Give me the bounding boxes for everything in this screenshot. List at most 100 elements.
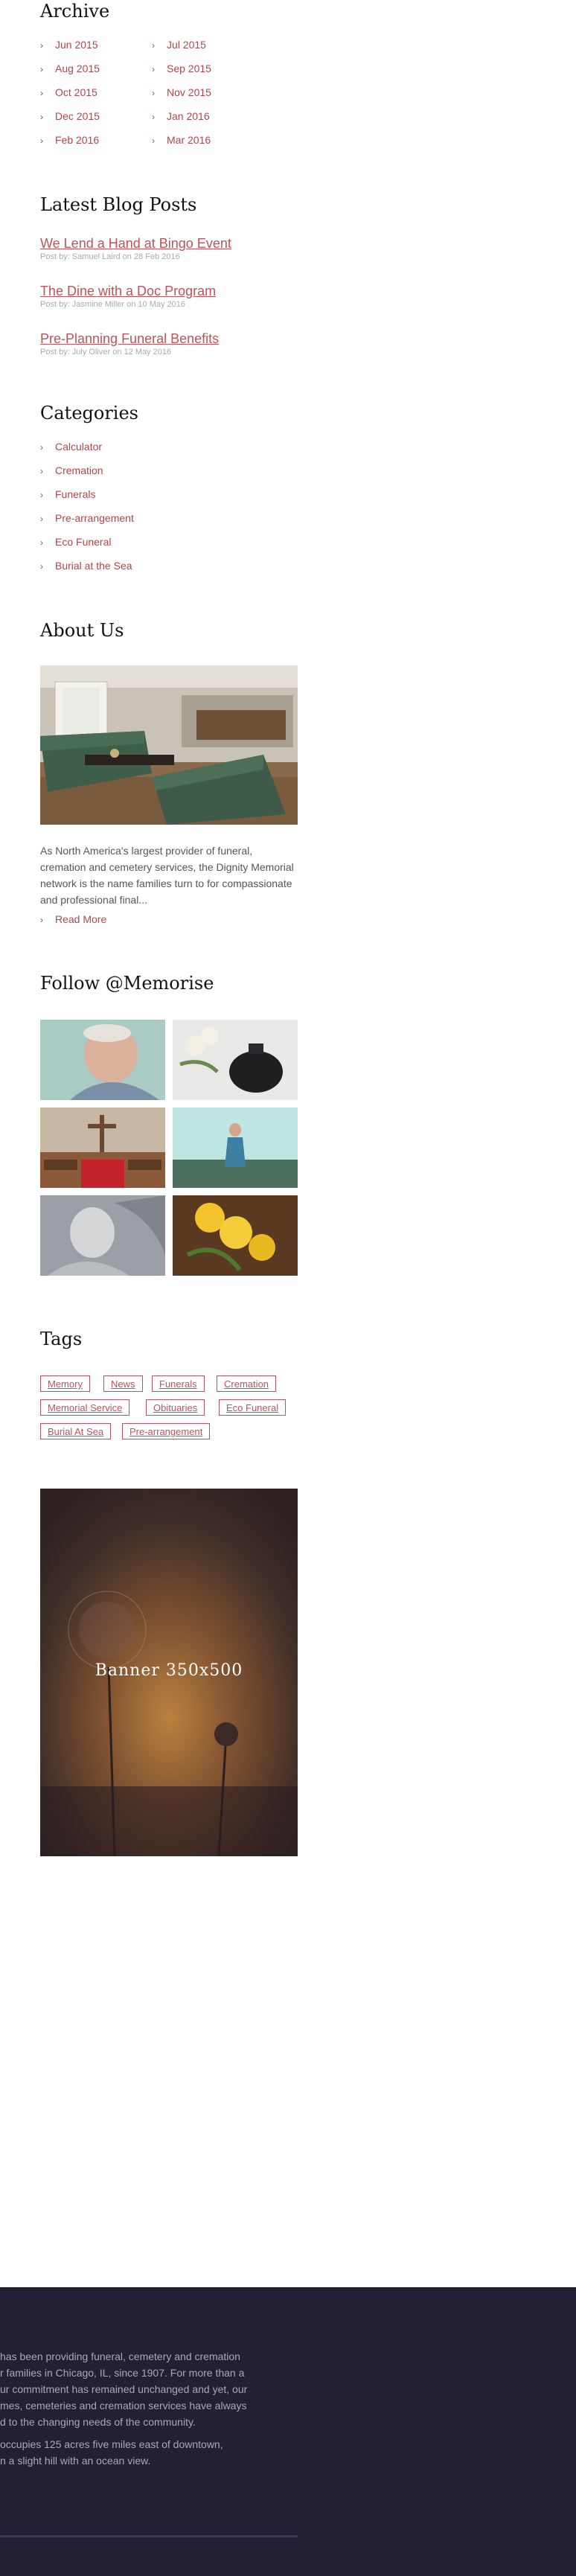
chevron-right-icon: ›	[152, 88, 155, 98]
about-widget: About Us As North America's largest prov…	[40, 619, 298, 925]
instagram-photo-yellow-roses[interactable]	[173, 1195, 298, 1276]
instagram-widget: Follow @Memorise	[40, 972, 298, 1276]
tag-link[interactable]: Memory	[40, 1375, 90, 1392]
chevron-right-icon: ›	[40, 514, 43, 524]
chevron-right-icon: ›	[152, 112, 155, 122]
footer-text-line: r families in Chicago, IL, since 1907. F…	[0, 2367, 245, 2379]
archive-link[interactable]: Aug 2015	[55, 63, 100, 74]
category-link[interactable]: Burial at the Sea	[55, 560, 132, 572]
instagram-photo-urn-roses[interactable]	[173, 1020, 298, 1100]
archive-link[interactable]: Oct 2015	[55, 86, 97, 98]
tags-widget: Tags Memory News Funerals Cremation Memo…	[40, 1328, 287, 1439]
living-room-image	[40, 665, 298, 825]
banner-ad[interactable]: Banner 350x500	[40, 1489, 298, 1856]
archive-item[interactable]: › Dec 2015	[40, 109, 100, 124]
archive-item[interactable]: › Feb 2016	[40, 132, 99, 147]
archive-link[interactable]: Jun 2015	[55, 39, 98, 51]
tag-link[interactable]: Eco Funeral	[219, 1399, 287, 1416]
chevron-right-icon: ›	[40, 135, 43, 146]
chevron-right-icon: ›	[152, 64, 155, 74]
chevron-right-icon: ›	[152, 40, 155, 51]
read-more-link[interactable]: Read More	[55, 913, 106, 925]
about-text: As North America's largest provider of f…	[40, 845, 294, 906]
archive-item[interactable]: › Sep 2015	[152, 61, 211, 76]
tag-link[interactable]: Obituaries	[146, 1399, 205, 1416]
category-item[interactable]: › Funerals	[40, 487, 95, 502]
tag-link[interactable]: Cremation	[217, 1375, 276, 1392]
chevron-right-icon: ›	[40, 40, 43, 51]
archive-link[interactable]: Jan 2016	[167, 110, 210, 122]
post-title-link[interactable]: We Lend a Hand at Bingo Event	[40, 235, 298, 252]
blog-post: We Lend a Hand at Bingo Event Post by: S…	[40, 235, 298, 262]
footer-text-line: d to the changing needs of the community…	[0, 2416, 196, 2428]
follow-title: Follow @Memorise	[40, 973, 214, 994]
footer: has been providing funeral, cemetery and…	[0, 2287, 576, 2576]
category-link[interactable]: Pre-arrangement	[55, 512, 134, 524]
tag-link[interactable]: News	[103, 1375, 143, 1392]
categories-title: Categories	[40, 403, 138, 424]
instagram-photo-chapel[interactable]	[40, 1108, 165, 1188]
chevron-right-icon: ›	[40, 466, 43, 476]
chevron-right-icon: ›	[40, 88, 43, 98]
category-item[interactable]: › Burial at the Sea	[40, 558, 132, 573]
category-item[interactable]: › Eco Funeral	[40, 534, 111, 549]
footer-about-text: has been providing funeral, cemetery and…	[0, 2348, 268, 2430]
archive-widget: Archive › Jun 2015 › Aug 2015 › Oct 2015 › D…	[40, 0, 211, 146]
blog-title: Latest Blog Posts	[40, 194, 197, 215]
category-link[interactable]: Funerals	[55, 488, 95, 500]
post-meta: Post by: July Oliver on 12 May 2016	[40, 348, 172, 357]
read-more[interactable]: › Read More	[40, 911, 106, 928]
archive-link[interactable]: Feb 2016	[55, 134, 99, 146]
instagram-photo-woman-water[interactable]	[173, 1108, 298, 1188]
archive-item[interactable]: › Jul 2015	[152, 37, 206, 52]
post-title-link[interactable]: The Dine with a Doc Program	[40, 283, 298, 299]
archive-item[interactable]: › Oct 2015	[40, 85, 97, 100]
chevron-right-icon: ›	[40, 112, 43, 122]
archive-link[interactable]: Jul 2015	[167, 39, 206, 51]
category-link[interactable]: Eco Funeral	[55, 536, 111, 548]
tags-title: Tags	[40, 1329, 83, 1349]
archive-link[interactable]: Nov 2015	[167, 86, 211, 98]
category-item[interactable]: › Pre-arrangement	[40, 511, 134, 525]
category-link[interactable]: Cremation	[55, 464, 103, 476]
archive-item[interactable]: › Aug 2015	[40, 61, 100, 76]
archive-item[interactable]: › Jan 2016	[152, 109, 210, 124]
blog-post: The Dine with a Doc Program Post by: Jas…	[40, 283, 298, 310]
archive-item[interactable]: › Jun 2015	[40, 37, 98, 52]
category-link[interactable]: Calculator	[55, 441, 102, 453]
chevron-right-icon: ›	[152, 135, 155, 146]
tag-link[interactable]: Burial At Sea	[40, 1423, 112, 1439]
instagram-photo-elderly-man[interactable]	[40, 1020, 165, 1100]
chevron-right-icon: ›	[40, 561, 43, 572]
instagram-photo-angel-statue[interactable]	[40, 1195, 165, 1276]
tag-link[interactable]: Memorial Service	[40, 1399, 130, 1416]
footer-divider	[0, 2535, 298, 2537]
chevron-right-icon: ›	[40, 490, 43, 500]
chevron-right-icon: ›	[40, 64, 43, 74]
footer-location-text: occupies 125 acres five miles east of do…	[0, 2436, 268, 2469]
footer-text-line: has been providing funeral, cemetery and…	[0, 2350, 240, 2362]
post-meta: Post by: Jasmine Miller on 10 May 2016	[40, 300, 186, 309]
categories-widget: Categories › Calculator › Cremation › Funer…	[40, 402, 138, 572]
category-item[interactable]: › Cremation	[40, 463, 103, 478]
footer-text-line: ur commitment has remained unchanged and…	[0, 2383, 248, 2395]
archive-title: Archive	[40, 1, 110, 22]
archive-link[interactable]: Dec 2015	[55, 110, 100, 122]
tag-link[interactable]: Pre-arrangement	[122, 1423, 211, 1439]
blog-post: Pre-Planning Funeral Benefits Post by: J…	[40, 330, 298, 357]
tag-link[interactable]: Funerals	[152, 1375, 205, 1392]
archive-link[interactable]: Mar 2016	[167, 134, 211, 146]
post-meta: Post by: Samuel Laird on 28 Feb 2016	[40, 252, 180, 261]
chevron-right-icon: ›	[40, 442, 43, 453]
about-title: About Us	[40, 620, 124, 641]
footer-text-line: occupies 125 acres five miles east of do…	[0, 2438, 223, 2450]
blog-widget: Latest Blog Posts We Lend a Hand at Bing…	[40, 194, 231, 357]
post-title-link[interactable]: Pre-Planning Funeral Benefits	[40, 330, 298, 347]
archive-link[interactable]: Sep 2015	[167, 63, 211, 74]
footer-text-line: n a slight hill with an ocean view.	[0, 2455, 151, 2467]
archive-item[interactable]: › Nov 2015	[152, 85, 211, 100]
archive-item[interactable]: › Mar 2016	[152, 132, 211, 147]
footer-text-line: mes, cemeteries and cremation services h…	[0, 2400, 247, 2412]
chevron-right-icon: ›	[40, 915, 43, 925]
category-item[interactable]: › Calculator	[40, 439, 102, 454]
